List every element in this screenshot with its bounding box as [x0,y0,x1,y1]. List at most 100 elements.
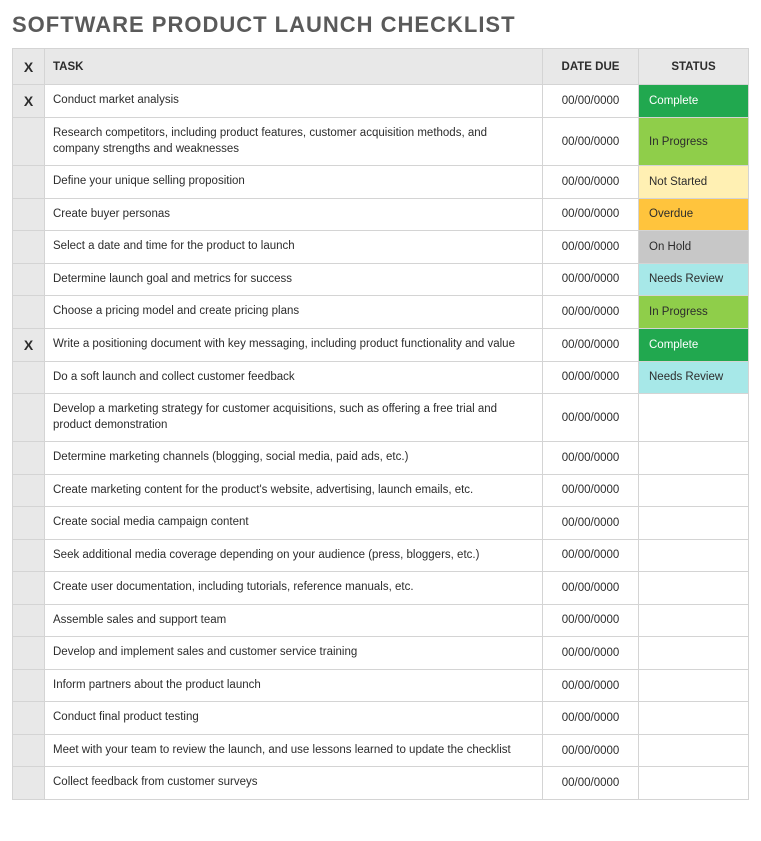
check-cell[interactable] [13,263,45,296]
date-cell[interactable]: 00/00/0000 [543,637,639,670]
status-cell[interactable]: Needs Review [639,263,749,296]
date-cell[interactable]: 00/00/0000 [543,442,639,475]
task-cell: Determine marketing channels (blogging, … [45,442,543,475]
task-cell: Do a soft launch and collect customer fe… [45,361,543,394]
table-row: Conduct final product testing00/00/0000 [13,702,749,735]
check-cell[interactable] [13,604,45,637]
table-row: Research competitors, including product … [13,118,749,166]
task-cell: Inform partners about the product launch [45,669,543,702]
check-cell[interactable] [13,669,45,702]
date-cell[interactable]: 00/00/0000 [543,198,639,231]
status-cell[interactable] [639,394,749,442]
check-cell[interactable] [13,118,45,166]
date-cell[interactable]: 00/00/0000 [543,669,639,702]
table-row: Create user documentation, including tut… [13,572,749,605]
task-cell: Develop a marketing strategy for custome… [45,394,543,442]
task-cell: Assemble sales and support team [45,604,543,637]
check-cell[interactable] [13,767,45,800]
status-cell[interactable]: Overdue [639,198,749,231]
check-cell[interactable] [13,637,45,670]
task-cell: Write a positioning document with key me… [45,328,543,361]
task-cell: Conduct final product testing [45,702,543,735]
status-cell[interactable] [639,572,749,605]
check-cell[interactable] [13,166,45,199]
check-cell[interactable]: X [13,85,45,118]
status-cell[interactable]: On Hold [639,231,749,264]
task-cell: Collect feedback from customer surveys [45,767,543,800]
check-cell[interactable] [13,572,45,605]
check-cell[interactable] [13,507,45,540]
table-row: Do a soft launch and collect customer fe… [13,361,749,394]
table-row: Select a date and time for the product t… [13,231,749,264]
check-cell[interactable]: X [13,328,45,361]
status-cell[interactable]: In Progress [639,296,749,329]
check-cell[interactable] [13,198,45,231]
status-cell[interactable]: Complete [639,85,749,118]
table-row: Seek additional media coverage depending… [13,539,749,572]
task-cell: Seek additional media coverage depending… [45,539,543,572]
table-row: Choose a pricing model and create pricin… [13,296,749,329]
table-row: Develop and implement sales and customer… [13,637,749,670]
status-cell[interactable] [639,702,749,735]
status-cell[interactable] [639,539,749,572]
check-cell[interactable] [13,539,45,572]
date-cell[interactable]: 00/00/0000 [543,263,639,296]
date-cell[interactable]: 00/00/0000 [543,85,639,118]
status-cell[interactable] [639,767,749,800]
table-row: Assemble sales and support team00/00/000… [13,604,749,637]
check-cell[interactable] [13,394,45,442]
date-cell[interactable]: 00/00/0000 [543,166,639,199]
table-header-row: X TASK DATE DUE STATUS [13,49,749,85]
status-cell[interactable]: Not Started [639,166,749,199]
date-cell[interactable]: 00/00/0000 [543,328,639,361]
date-cell[interactable]: 00/00/0000 [543,474,639,507]
status-cell[interactable] [639,669,749,702]
status-cell[interactable] [639,442,749,475]
check-cell[interactable] [13,734,45,767]
date-cell[interactable]: 00/00/0000 [543,507,639,540]
status-cell[interactable] [639,604,749,637]
task-cell: Create social media campaign content [45,507,543,540]
status-cell[interactable] [639,474,749,507]
page-title: SOFTWARE PRODUCT LAUNCH CHECKLIST [12,12,749,38]
task-cell: Determine launch goal and metrics for su… [45,263,543,296]
date-cell[interactable]: 00/00/0000 [543,702,639,735]
check-cell[interactable] [13,296,45,329]
header-status: STATUS [639,49,749,85]
date-cell[interactable]: 00/00/0000 [543,604,639,637]
task-cell: Create user documentation, including tut… [45,572,543,605]
table-row: Determine marketing channels (blogging, … [13,442,749,475]
task-cell: Create buyer personas [45,198,543,231]
check-cell[interactable] [13,361,45,394]
table-row: Create marketing content for the product… [13,474,749,507]
date-cell[interactable]: 00/00/0000 [543,539,639,572]
date-cell[interactable]: 00/00/0000 [543,572,639,605]
status-cell[interactable] [639,637,749,670]
header-task: TASK [45,49,543,85]
date-cell[interactable]: 00/00/0000 [543,734,639,767]
check-cell[interactable] [13,474,45,507]
task-cell: Define your unique selling proposition [45,166,543,199]
status-cell[interactable] [639,507,749,540]
status-cell[interactable] [639,734,749,767]
status-cell[interactable]: Needs Review [639,361,749,394]
table-row: Determine launch goal and metrics for su… [13,263,749,296]
status-cell[interactable]: In Progress [639,118,749,166]
date-cell[interactable]: 00/00/0000 [543,296,639,329]
task-cell: Select a date and time for the product t… [45,231,543,264]
table-row: Inform partners about the product launch… [13,669,749,702]
date-cell[interactable]: 00/00/0000 [543,767,639,800]
check-cell[interactable] [13,442,45,475]
table-row: Create social media campaign content00/0… [13,507,749,540]
status-cell[interactable]: Complete [639,328,749,361]
table-row: Develop a marketing strategy for custome… [13,394,749,442]
date-cell[interactable]: 00/00/0000 [543,231,639,264]
check-cell[interactable] [13,702,45,735]
check-cell[interactable] [13,231,45,264]
date-cell[interactable]: 00/00/0000 [543,394,639,442]
date-cell[interactable]: 00/00/0000 [543,118,639,166]
date-cell[interactable]: 00/00/0000 [543,361,639,394]
task-cell: Develop and implement sales and customer… [45,637,543,670]
table-row: Create buyer personas00/00/0000Overdue [13,198,749,231]
table-row: Meet with your team to review the launch… [13,734,749,767]
